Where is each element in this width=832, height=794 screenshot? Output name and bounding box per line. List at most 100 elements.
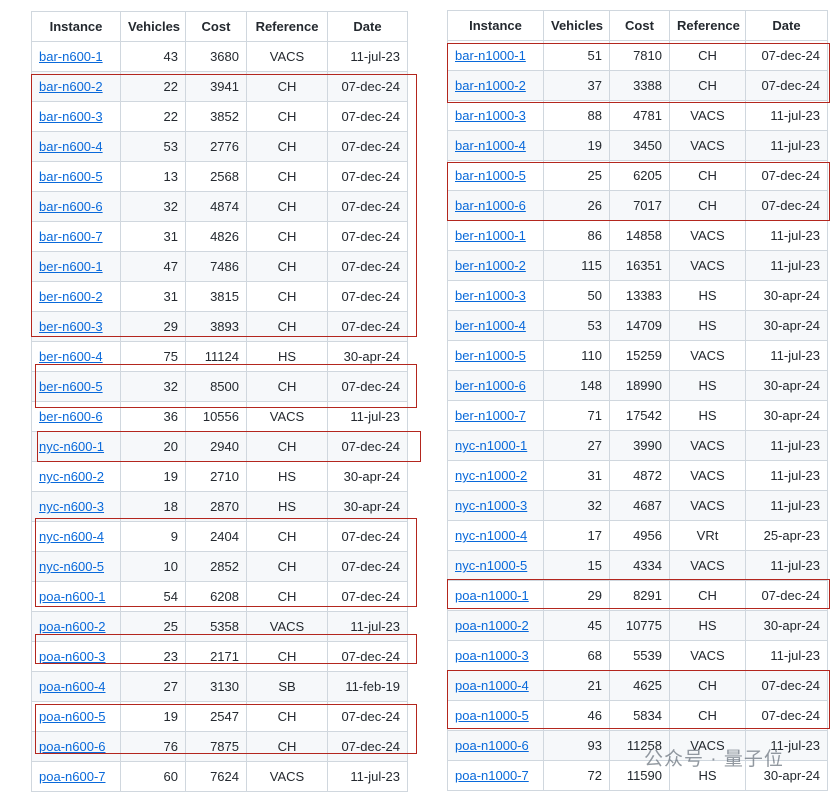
instance-link[interactable]: poa-n1000-1 [455,588,529,603]
table-row: ber-n1000-6 148 18990 HS 30-apr-24 [447,370,828,401]
instance-link[interactable]: nyc-n600-1 [39,439,104,454]
cost-cell: 5834 [609,700,670,731]
instance-cell: poa-n1000-4 [447,670,544,701]
vehicles-cell: 60 [120,761,186,792]
instance-link[interactable]: ber-n1000-5 [455,348,526,363]
instance-link[interactable]: poa-n1000-7 [455,768,529,783]
cost-cell: 2852 [185,551,247,582]
instance-link[interactable]: bar-n1000-4 [455,138,526,153]
date-cell: 07-dec-24 [327,71,408,102]
table-header-row: Instance Vehicles Cost Reference Date [31,11,408,42]
instance-link[interactable]: ber-n1000-4 [455,318,526,333]
instance-link[interactable]: bar-n1000-6 [455,198,526,213]
instance-link[interactable]: nyc-n1000-1 [455,438,527,453]
date-cell: 11-jul-23 [327,401,408,432]
instance-link[interactable]: poa-n600-2 [39,619,106,634]
instance-link[interactable]: nyc-n600-4 [39,529,104,544]
table-row: bar-n600-3 22 3852 CH 07-dec-24 [31,101,408,132]
instance-link[interactable]: bar-n600-2 [39,79,103,94]
instance-cell: ber-n600-6 [31,401,121,432]
instance-link[interactable]: ber-n600-4 [39,349,103,364]
reference-cell: VACS [669,550,746,581]
instance-cell: ber-n600-2 [31,281,121,312]
instance-link[interactable]: poa-n1000-5 [455,708,529,723]
instance-link[interactable]: bar-n600-5 [39,169,103,184]
reference-cell: VRt [669,520,746,551]
instance-link[interactable]: bar-n1000-5 [455,168,526,183]
instance-link[interactable]: bar-n600-4 [39,139,103,154]
right-table-body: bar-n1000-1 51 7810 CH 07-dec-24 bar-n1000-2 3… [447,40,828,791]
instance-link[interactable]: nyc-n600-5 [39,559,104,574]
instance-link[interactable]: poa-n600-4 [39,679,106,694]
cost-cell: 2404 [185,521,247,552]
instance-link[interactable]: nyc-n1000-3 [455,498,527,513]
instance-link[interactable]: bar-n1000-1 [455,48,526,63]
date-cell: 30-apr-24 [327,491,408,522]
instance-link[interactable]: ber-n600-1 [39,259,103,274]
instance-link[interactable]: ber-n1000-2 [455,258,526,273]
date-cell: 07-dec-24 [745,580,828,611]
vehicles-cell: 9 [120,521,186,552]
cost-cell: 6205 [609,160,670,191]
instance-link[interactable]: nyc-n1000-4 [455,528,527,543]
instance-link[interactable]: bar-n600-3 [39,109,103,124]
instance-link[interactable]: poa-n1000-3 [455,648,529,663]
vehicles-cell: 45 [543,610,610,641]
instance-link[interactable]: poa-n600-3 [39,649,106,664]
date-cell: 07-dec-24 [327,641,408,672]
instance-link[interactable]: bar-n600-6 [39,199,103,214]
reference-cell: CH [669,190,746,221]
date-cell: 11-jul-23 [745,490,828,521]
instance-link[interactable]: poa-n1000-2 [455,618,529,633]
instance-link[interactable]: nyc-n1000-5 [455,558,527,573]
vehicles-cell: 19 [543,130,610,161]
instance-link[interactable]: ber-n1000-7 [455,408,526,423]
date-cell: 11-jul-23 [745,430,828,461]
table-header-row: Instance Vehicles Cost Reference Date [447,10,828,41]
right-results-table: Instance Vehicles Cost Reference Date ba… [447,10,828,791]
instance-link[interactable]: poa-n600-6 [39,739,106,754]
instance-cell: ber-n600-3 [31,311,121,342]
reference-cell: CH [246,131,328,162]
instance-link[interactable]: poa-n600-7 [39,769,106,784]
instance-link[interactable]: ber-n600-3 [39,319,103,334]
table-row: bar-n1000-3 88 4781 VACS 11-jul-23 [447,100,828,131]
instance-link[interactable]: ber-n600-6 [39,409,103,424]
instance-cell: nyc-n1000-5 [447,550,544,581]
instance-cell: ber-n600-4 [31,341,121,372]
instance-link[interactable]: bar-n1000-3 [455,108,526,123]
instance-link[interactable]: poa-n1000-4 [455,678,529,693]
instance-link[interactable]: bar-n600-7 [39,229,103,244]
table-row: poa-n1000-1 29 8291 CH 07-dec-24 [447,580,828,611]
instance-link[interactable]: ber-n600-5 [39,379,103,394]
cost-cell: 8291 [609,580,670,611]
instance-link[interactable]: ber-n1000-1 [455,228,526,243]
instance-cell: nyc-n1000-1 [447,430,544,461]
instance-link[interactable]: nyc-n600-3 [39,499,104,514]
instance-link[interactable]: poa-n1000-6 [455,738,529,753]
date-cell: 11-jul-23 [327,41,408,72]
instance-link[interactable]: nyc-n600-2 [39,469,104,484]
vehicles-cell: 31 [120,281,186,312]
vehicles-cell: 27 [120,671,186,702]
instance-cell: bar-n1000-6 [447,190,544,221]
instance-link[interactable]: poa-n600-5 [39,709,106,724]
instance-link[interactable]: ber-n1000-3 [455,288,526,303]
table-row: poa-n600-1 54 6208 CH 07-dec-24 [31,581,408,612]
instance-link[interactable]: nyc-n1000-2 [455,468,527,483]
vehicles-cell: 31 [543,460,610,491]
cost-cell: 16351 [609,250,670,281]
table-row: ber-n1000-4 53 14709 HS 30-apr-24 [447,310,828,341]
reference-cell: CH [669,580,746,611]
instance-link[interactable]: bar-n600-1 [39,49,103,64]
instance-link[interactable]: bar-n1000-2 [455,78,526,93]
instance-link[interactable]: ber-n1000-6 [455,378,526,393]
instance-link[interactable]: poa-n600-1 [39,589,106,604]
vehicles-cell: 20 [120,431,186,462]
reference-cell: CH [246,641,328,672]
cost-cell: 10775 [609,610,670,641]
vehicles-cell: 47 [120,251,186,282]
date-cell: 30-apr-24 [745,610,828,641]
reference-cell: CH [246,431,328,462]
instance-link[interactable]: ber-n600-2 [39,289,103,304]
